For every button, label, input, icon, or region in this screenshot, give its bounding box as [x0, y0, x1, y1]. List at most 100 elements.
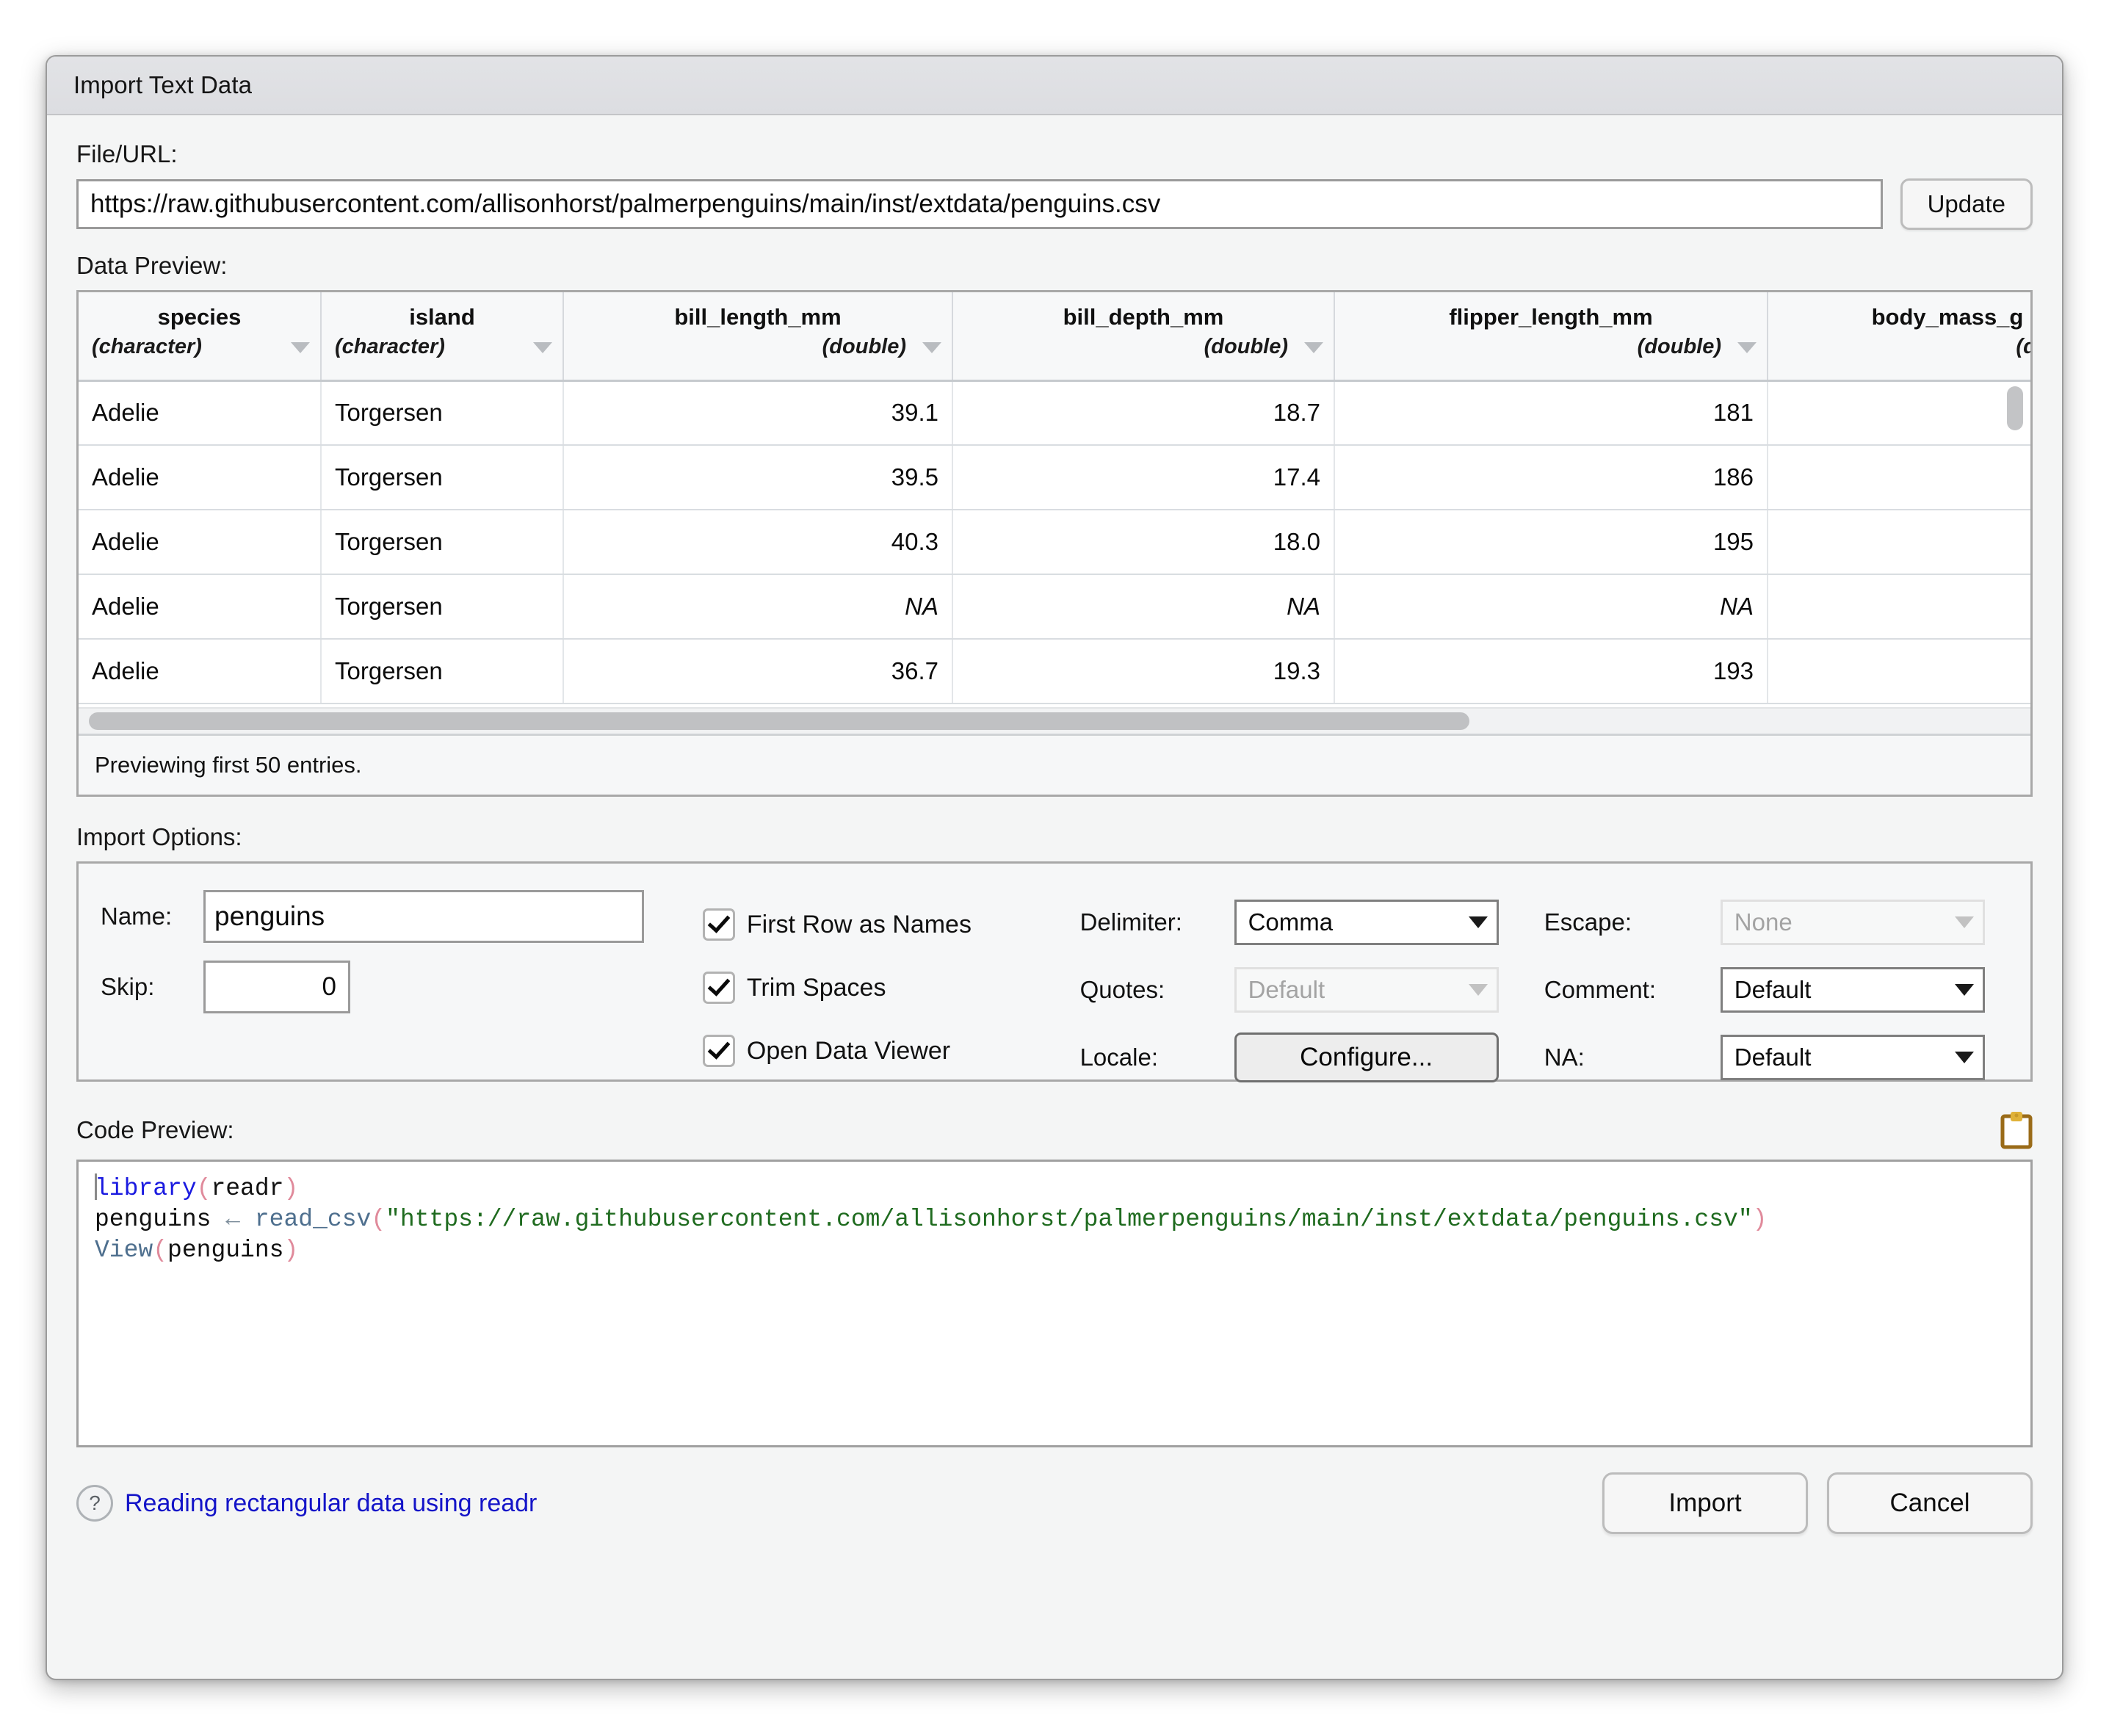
- delimiter-label: Delimiter:: [1079, 908, 1182, 936]
- checkbox-first-row-as-names-box[interactable]: [702, 908, 735, 941]
- import-options-frame: Name: penguins Skip: 0 First Row as Name…: [76, 861, 2033, 1082]
- comment-value: Default: [1734, 976, 1812, 1003]
- table-cell-species: Adelie: [79, 574, 322, 640]
- table-header-type: (doubl: [2016, 334, 2030, 358]
- table-header-bill_length_mm[interactable]: bill_length_mm (double): [563, 292, 953, 382]
- code-line2-string: "https://raw.githubusercontent.com/allis…: [386, 1206, 1753, 1234]
- column-menu-caret-icon[interactable]: [291, 341, 310, 353]
- table-row: Adelie Torgersen 36.7 19.3 193: [79, 639, 2030, 704]
- code-paren-open-2: (: [371, 1206, 386, 1234]
- comment-select[interactable]: Default: [1720, 967, 1985, 1013]
- table-cell-bill_depth_mm: 19.3: [952, 639, 1335, 704]
- column-menu-caret-icon[interactable]: [922, 341, 941, 353]
- table-row: Adelie Torgersen 39.5 17.4 186: [79, 445, 2030, 510]
- skip-input[interactable]: 0: [203, 961, 350, 1013]
- chevron-down-icon: [1468, 984, 1488, 996]
- name-row: Name: penguins: [101, 890, 703, 943]
- delimiter-quotes-locale-column: Delimiter: Comma Quotes: Default Locale:: [1080, 883, 1544, 1091]
- table-cell-body_mass_g: [1768, 639, 2030, 704]
- code-paren-close-1: ): [283, 1175, 299, 1202]
- code-line3-argument: penguins: [167, 1237, 284, 1265]
- table-header-flipper_length_mm[interactable]: flipper_length_mm (double): [1334, 292, 1768, 382]
- quotes-row: Quotes: Default: [1080, 956, 1544, 1024]
- table-header-name: flipper_length_mm: [1449, 304, 1653, 330]
- checkbox-open-data-viewer[interactable]: Open Data Viewer: [702, 1019, 1080, 1082]
- name-label: Name:: [101, 903, 173, 930]
- quotes-value: Default: [1248, 976, 1325, 1003]
- table-header-bill_depth_mm[interactable]: bill_depth_mm (double): [952, 292, 1335, 382]
- help-link[interactable]: ? Reading rectangular data using readr: [76, 1485, 537, 1522]
- delimiter-row: Delimiter: Comma: [1080, 889, 1544, 956]
- escape-label: Escape:: [1544, 908, 1632, 936]
- table-header-type: (double): [822, 334, 906, 358]
- table-cell-bill_depth_mm: 18.0: [952, 510, 1335, 575]
- code-line2-function: read_csv: [254, 1206, 372, 1234]
- chevron-down-icon: [1954, 1052, 1974, 1063]
- import-button[interactable]: Import: [1602, 1472, 1808, 1534]
- data-preview-label: Data Preview:: [76, 252, 228, 279]
- table-vertical-scrollbar[interactable]: [2007, 386, 2023, 430]
- checkbox-open-data-viewer-box[interactable]: [702, 1035, 735, 1067]
- preview-status-text: Previewing first 50 entries.: [79, 734, 2030, 795]
- code-line2-variable: penguins: [95, 1206, 211, 1234]
- table-header-island[interactable]: island (character): [321, 292, 564, 382]
- skip-label: Skip:: [101, 973, 155, 1000]
- table-horizontal-scrollbar-thumb[interactable]: [89, 712, 1469, 730]
- code-paren-open-3: (: [153, 1237, 168, 1265]
- table-header-type: (character): [92, 334, 202, 358]
- table-cell-species: Adelie: [79, 639, 322, 704]
- checkbox-trim-spaces[interactable]: Trim Spaces: [702, 956, 1080, 1019]
- table-header-species[interactable]: species (character): [79, 292, 322, 382]
- locale-label: Locale:: [1079, 1044, 1158, 1071]
- code-line1-argument: readr: [211, 1175, 284, 1202]
- table-cell-body_mass_g: [1768, 380, 2030, 446]
- table-header-name: bill_depth_mm: [1063, 304, 1224, 330]
- escape-select[interactable]: None: [1720, 900, 1985, 945]
- checkbox-trim-spaces-box[interactable]: [702, 972, 735, 1004]
- table-cell-island: Torgersen: [321, 639, 564, 704]
- code-paren-open-1: (: [196, 1175, 211, 1202]
- table-cell-bill_length_mm: 36.7: [563, 639, 953, 704]
- update-button[interactable]: Update: [1900, 178, 2033, 230]
- table-row: Adelie Torgersen 40.3 18.0 195: [79, 510, 2030, 575]
- data-preview-table: species (character) island (character) bill_…: [79, 292, 2030, 704]
- na-select[interactable]: Default: [1720, 1035, 1985, 1080]
- data-preview-table-wrap: species (character) island (character) bill_…: [79, 292, 2030, 707]
- table-header-type: (double): [1637, 334, 1721, 358]
- skip-row: Skip: 0: [101, 961, 703, 1013]
- table-cell-bill_length_mm: 39.5: [563, 445, 953, 510]
- table-header-name: body_mass_g: [1871, 304, 2024, 330]
- na-row: NA: Default: [1544, 1024, 2008, 1091]
- escape-value: None: [1734, 908, 1793, 936]
- quotes-select[interactable]: Default: [1234, 967, 1499, 1013]
- help-link-text[interactable]: Reading rectangular data using readr: [125, 1489, 537, 1518]
- table-header-body_mass_g[interactable]: body_mass_g (doubl: [1768, 292, 2030, 382]
- delimiter-select[interactable]: Comma: [1234, 900, 1499, 945]
- table-cell-island: Torgersen: [321, 445, 564, 510]
- import-text-data-dialog: Import Text Data File/URL: https://raw.g…: [46, 55, 2063, 1680]
- table-cell-bill_length_mm: NA: [563, 574, 953, 640]
- table-cell-bill_depth_mm: 18.7: [952, 380, 1335, 446]
- column-menu-caret-icon[interactable]: [1737, 341, 1757, 353]
- checkbox-open-data-viewer-label: Open Data Viewer: [746, 1036, 951, 1065]
- clipboard-icon[interactable]: [2000, 1111, 2033, 1149]
- table-cell-flipper_length_mm: NA: [1334, 574, 1768, 640]
- file-url-input[interactable]: https://raw.githubusercontent.com/alliso…: [76, 179, 1883, 229]
- code-preview-label: Code Preview:: [76, 1116, 234, 1143]
- table-cell-island: Torgersen: [321, 574, 564, 640]
- table-row: Adelie Torgersen NA NA NA: [79, 574, 2030, 640]
- escape-comment-na-column: Escape: None Comment: Default NA: Defaul…: [1544, 883, 2008, 1091]
- checkbox-column: First Row as Names Trim Spaces Open Data…: [702, 883, 1080, 1082]
- escape-row: Escape: None: [1544, 889, 2008, 956]
- table-cell-body_mass_g: [1768, 574, 2030, 640]
- dataset-name-input[interactable]: penguins: [203, 890, 644, 943]
- locale-configure-button[interactable]: Configure...: [1234, 1032, 1499, 1082]
- table-cell-flipper_length_mm: 193: [1334, 639, 1768, 704]
- code-preview-box[interactable]: library(readr) penguins ← read_csv("http…: [76, 1160, 2033, 1447]
- cancel-button[interactable]: Cancel: [1827, 1472, 2033, 1534]
- table-horizontal-scrollbar[interactable]: [79, 707, 2030, 734]
- checkbox-first-row-as-names[interactable]: First Row as Names: [702, 893, 1080, 956]
- file-url-row: https://raw.githubusercontent.com/alliso…: [76, 178, 2033, 230]
- column-menu-caret-icon[interactable]: [1304, 341, 1323, 353]
- column-menu-caret-icon[interactable]: [533, 341, 552, 353]
